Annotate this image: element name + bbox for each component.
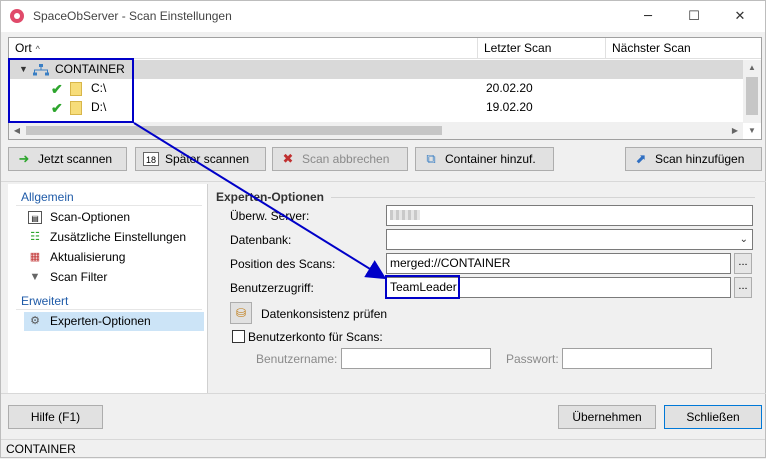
add-container-label: Container hinzuf.: [445, 152, 536, 166]
vertical-scrollbar[interactable]: ▲: [743, 60, 761, 123]
server-label: Überw. Server:: [230, 209, 310, 223]
close-button[interactable]: Schließen: [664, 405, 762, 429]
column-header-next-scan[interactable]: Nächster Scan: [606, 38, 742, 59]
title-bar: SpaceObServer - Scan Einstellungen ─ ☐ ✕: [1, 1, 765, 32]
scan-now-button[interactable]: ➜ Jetzt scannen: [8, 147, 127, 171]
nav-item-label: Scan Filter: [50, 270, 108, 284]
scan-now-label: Jetzt scannen: [38, 152, 113, 166]
help-button[interactable]: Hilfe (F1): [8, 405, 103, 429]
scan-abort-button[interactable]: ✖ Scan abbrechen: [272, 147, 408, 171]
browse-position-button[interactable]: ...: [734, 253, 752, 274]
nav-item-update[interactable]: ▦ Aktualisierung: [24, 248, 204, 267]
scroll-left-icon[interactable]: ◀: [9, 122, 25, 139]
data-consistency-button[interactable]: ⛁: [230, 302, 252, 324]
annotation-highlight-user-access: [385, 275, 460, 299]
divider: [1, 181, 766, 182]
close-window-button[interactable]: ✕: [717, 1, 763, 32]
column-header-location-label: Ort: [15, 41, 32, 55]
nav-item-label: Scan-Optionen: [50, 210, 131, 224]
panel-splitter[interactable]: [207, 184, 208, 393]
column-header-location[interactable]: Ort ^: [9, 38, 478, 59]
window-title: SpaceObServer - Scan Einstellungen: [33, 9, 232, 23]
user-account-label: Benutzerkonto für Scans:: [248, 330, 383, 344]
sort-ascending-icon: ^: [35, 44, 40, 54]
divider: [16, 205, 202, 206]
scan-later-label: Später scannen: [165, 152, 250, 166]
section-title: Experten-Optionen: [216, 190, 325, 204]
minimize-button[interactable]: ─: [625, 1, 671, 32]
annotation-highlight-container: [8, 58, 134, 123]
filter-icon: ▼: [29, 271, 41, 283]
scan-position-label: Position des Scans:: [230, 257, 336, 271]
last-scan-cell: 19.02.20: [486, 100, 533, 114]
database-dropdown[interactable]: ⌄: [386, 229, 753, 250]
nav-item-scan-filter[interactable]: ▼ Scan Filter: [24, 268, 204, 287]
scroll-up-icon[interactable]: ▲: [743, 60, 761, 76]
horizontal-scrollbar[interactable]: ◀ ▶: [9, 122, 743, 139]
vertical-scroll-thumb[interactable]: [746, 77, 758, 115]
status-bar: CONTAINER: [1, 439, 765, 458]
last-scan-cell: 20.02.20: [486, 81, 533, 95]
divider: [16, 309, 202, 310]
stop-scan-icon: ✖: [282, 151, 294, 166]
scan-options-icon: ▤: [28, 211, 42, 224]
redacted-server-value: [390, 210, 420, 220]
add-scan-label: Scan hinzufügen: [655, 152, 745, 166]
add-scan-arrow-icon: ⬈: [635, 151, 647, 166]
browse-user-access-button[interactable]: ...: [734, 277, 752, 298]
scroll-right-icon[interactable]: ▶: [727, 122, 743, 139]
expert-options-icon: ⚙: [30, 315, 40, 327]
add-container-button[interactable]: ⧉ Container hinzuf.: [415, 147, 554, 171]
password-label: Passwort:: [506, 352, 559, 366]
horizontal-scroll-thumb[interactable]: [26, 126, 442, 135]
spaceobserver-logo-icon: [10, 9, 24, 23]
database-label: Datenbank:: [230, 233, 292, 247]
green-arrow-icon: ➜: [18, 151, 30, 166]
nav-item-label: Aktualisierung: [50, 250, 126, 264]
additional-settings-icon: ☷: [30, 231, 40, 243]
nav-group-advanced: Erweitert: [21, 294, 69, 308]
nav-item-additional-settings[interactable]: ☷ Zusätzliche Einstellungen: [24, 228, 204, 247]
divider: [1, 393, 766, 394]
divider: [331, 197, 755, 198]
apply-button[interactable]: Übernehmen: [558, 405, 656, 429]
column-header-last-scan[interactable]: Letzter Scan: [478, 38, 606, 59]
user-account-checkbox[interactable]: [232, 330, 245, 343]
scan-settings-window: SpaceObServer - Scan Einstellungen ─ ☐ ✕…: [0, 0, 766, 458]
password-field[interactable]: [562, 348, 712, 369]
user-access-label: Benutzerzugriff:: [230, 281, 314, 295]
add-scan-button[interactable]: ⬈ Scan hinzufügen: [625, 147, 762, 171]
nav-item-label: Zusätzliche Einstellungen: [50, 230, 187, 244]
scroll-down-icon[interactable]: ▼: [743, 122, 761, 139]
nav-item-expert-options[interactable]: ⚙ Experten-Optionen: [24, 312, 204, 331]
calendar-icon: 18: [143, 152, 159, 166]
tree-header: Ort ^ Letzter Scan Nächster Scan: [9, 38, 761, 59]
nav-item-scan-options[interactable]: ▤ Scan-Optionen: [24, 208, 204, 227]
scan-abort-label: Scan abbrechen: [302, 152, 390, 166]
network-container-icon: ⧉: [426, 151, 436, 166]
username-label: Benutzername:: [256, 352, 338, 366]
settings-navigation: Allgemein ▤ Scan-Optionen ☷ Zusätzliche …: [8, 184, 207, 393]
scan-position-field[interactable]: merged://CONTAINER: [386, 253, 731, 274]
maximize-button[interactable]: ☐: [671, 1, 717, 32]
server-field[interactable]: [386, 205, 753, 226]
update-icon: ▦: [29, 251, 41, 263]
scan-later-button[interactable]: 18 Später scannen: [135, 147, 266, 171]
database-check-icon: ⛁: [235, 306, 247, 320]
nav-group-general: Allgemein: [21, 190, 74, 204]
chevron-down-icon: ⌄: [739, 234, 748, 245]
nav-item-label: Experten-Optionen: [50, 314, 151, 328]
data-consistency-label: Datenkonsistenz prüfen: [261, 307, 388, 321]
username-field[interactable]: [341, 348, 491, 369]
